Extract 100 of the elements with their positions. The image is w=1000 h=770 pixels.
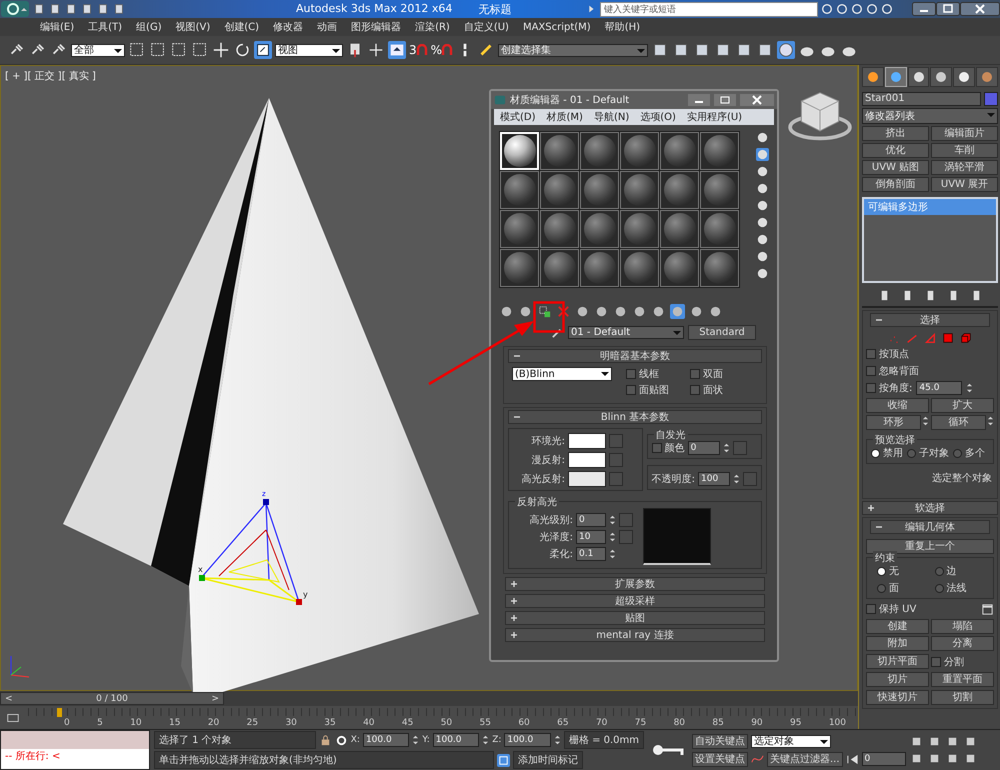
number-field[interactable]: 0	[688, 441, 720, 455]
menu-item[interactable]: 组(G)	[136, 20, 162, 34]
next-frame-button[interactable]: >	[211, 694, 219, 704]
current-frame-field[interactable]: 0	[862, 752, 906, 766]
checkbox[interactable]	[626, 369, 636, 379]
quickslice-button[interactable]: 快速切片	[866, 690, 929, 705]
spinner-icon[interactable]	[733, 473, 740, 485]
menu-item[interactable]: 图形编辑器	[351, 20, 402, 34]
spinner-icon[interactable]	[609, 548, 616, 560]
checkbox[interactable]	[866, 604, 876, 614]
key-filters-button[interactable]: 关键点过滤器...	[767, 752, 843, 766]
number-field[interactable]: 100.0	[362, 733, 410, 747]
geometry-button[interactable]: 塌陷	[931, 619, 994, 634]
close-icon[interactable]	[960, 2, 1000, 16]
modifier-button[interactable]: 编辑面片	[931, 126, 998, 141]
modifier-button[interactable]: 优化	[862, 143, 929, 158]
app-logo-icon[interactable]	[0, 0, 30, 18]
upload-icon[interactable]	[388, 41, 406, 59]
rollout-header[interactable]: Blinn 基本参数	[508, 410, 762, 424]
minimize-icon[interactable]	[912, 2, 936, 16]
reset-plane-button[interactable]: 重置平面	[931, 672, 994, 687]
menu-item[interactable]: 创建(C)	[224, 20, 260, 34]
checkbox[interactable]	[690, 385, 700, 395]
search-field[interactable]: 键入关键字或短语	[600, 2, 818, 16]
radio-button[interactable]	[877, 584, 886, 592]
color-swatch[interactable]	[568, 452, 606, 468]
polygon-level-icon[interactable]	[942, 332, 954, 344]
color-swatch[interactable]	[568, 471, 606, 487]
viewport[interactable]	[0, 65, 858, 692]
viewport-label[interactable]: [ + ][ 正交 ][ 真实 ]	[5, 69, 96, 83]
radio-button[interactable]	[877, 566, 886, 576]
modifier-button[interactable]: UVW 展开	[931, 177, 998, 192]
menu-item[interactable]: 帮助(H)	[604, 20, 640, 34]
spinner-icon[interactable]	[722, 442, 730, 454]
menu-item[interactable]: 自定义(U)	[464, 20, 509, 34]
crosshair-icon[interactable]	[367, 41, 385, 59]
time-slider-thumb[interactable]: < 0 / 100 >	[0, 692, 224, 706]
object-name-field[interactable]: Star001	[862, 92, 981, 106]
reference-coordinate-dropdown[interactable]: 视图	[275, 44, 343, 56]
checkbox[interactable]	[626, 385, 636, 395]
dotted-square-icon[interactable]	[537, 304, 552, 318]
radio-button[interactable]	[934, 584, 944, 592]
stack-item[interactable]: 可编辑多边形	[864, 199, 996, 215]
panel-tab[interactable]	[908, 67, 930, 87]
number-field[interactable]: 0	[576, 512, 606, 526]
menu-item[interactable]: 渲染(R)	[415, 20, 450, 34]
radio-button[interactable]	[934, 566, 944, 576]
menu-item[interactable]: 模式(D)	[500, 110, 536, 124]
object-color-swatch[interactable]	[984, 92, 998, 106]
add-time-tag-field[interactable]: 添加时间标记	[513, 751, 583, 769]
material-name-dropdown[interactable]: 01 - Default	[568, 326, 684, 339]
menu-item[interactable]: 动画	[317, 20, 338, 34]
rollout-header[interactable]: 软选择	[862, 501, 998, 515]
time-tag-icon[interactable]	[497, 754, 510, 766]
spinner-icon[interactable]	[609, 530, 616, 542]
modifier-button[interactable]: 倒角剖面	[862, 177, 929, 192]
rollout-header[interactable]: 明暗器基本参数	[508, 349, 762, 363]
menu-item[interactable]: 导航(N)	[594, 110, 630, 124]
maximize-icon[interactable]	[936, 2, 960, 16]
rollout-header[interactable]: 选择	[870, 313, 990, 327]
panel-tab[interactable]	[930, 67, 952, 87]
selection-button[interactable]: 循环	[931, 415, 986, 430]
checkbox[interactable]	[652, 443, 662, 453]
eyedropper-icon[interactable]	[551, 326, 564, 339]
menu-item[interactable]: 视图(V)	[176, 20, 210, 34]
scale-icon[interactable]	[254, 41, 272, 59]
panel-tab[interactable]	[976, 67, 998, 87]
spinner-icon[interactable]	[966, 382, 974, 394]
selection-filter-dropdown[interactable]: 全部	[71, 44, 125, 56]
menu-item[interactable]: 编辑(E)	[40, 20, 74, 34]
go-to-start-icon[interactable]	[846, 752, 859, 766]
menu-item[interactable]: 选项(O)	[640, 110, 676, 124]
sphere-icon[interactable]	[756, 131, 769, 144]
snap-toggle[interactable]: %	[430, 43, 442, 57]
modifier-button[interactable]: 涡轮平滑	[931, 160, 998, 175]
repeat-last-button[interactable]: 重复上一个	[866, 539, 994, 554]
menu-item[interactable]: 材质(M)	[546, 110, 583, 124]
key-mode-dropdown[interactable]: 选定对象	[751, 734, 831, 748]
dashed-square-icon[interactable]	[191, 41, 209, 59]
radio-button[interactable]	[907, 448, 916, 458]
material-type-button[interactable]: Standard	[688, 325, 756, 340]
radio-button[interactable]	[871, 448, 880, 458]
menu-item[interactable]: MAXScript(M)	[522, 22, 591, 32]
previous-frame-button[interactable]: <	[5, 694, 13, 704]
rollout-header[interactable]: 超级采样	[505, 594, 765, 608]
rollout-header[interactable]: 扩展参数	[505, 577, 765, 591]
menu-item[interactable]: 实用程序(U)	[686, 110, 742, 124]
geometry-button[interactable]: 附加	[866, 636, 929, 651]
number-field[interactable]: 100.0	[432, 733, 480, 747]
spinner-icon[interactable]	[609, 514, 616, 526]
selection-button[interactable]: 扩大	[931, 398, 994, 413]
slice-button[interactable]: 切片	[866, 672, 929, 687]
panel-tab[interactable]	[862, 67, 884, 87]
auto-key-button[interactable]: 自动关键点	[692, 734, 748, 748]
modifier-list-dropdown[interactable]: 修改器列表	[862, 108, 998, 124]
selection-button[interactable]: 环形	[866, 415, 921, 430]
checkbox[interactable]	[690, 369, 700, 379]
geometry-button[interactable]: 创建	[866, 619, 929, 634]
slice-plane-button[interactable]: 切片平面	[866, 654, 929, 669]
radio-button[interactable]	[953, 448, 962, 458]
